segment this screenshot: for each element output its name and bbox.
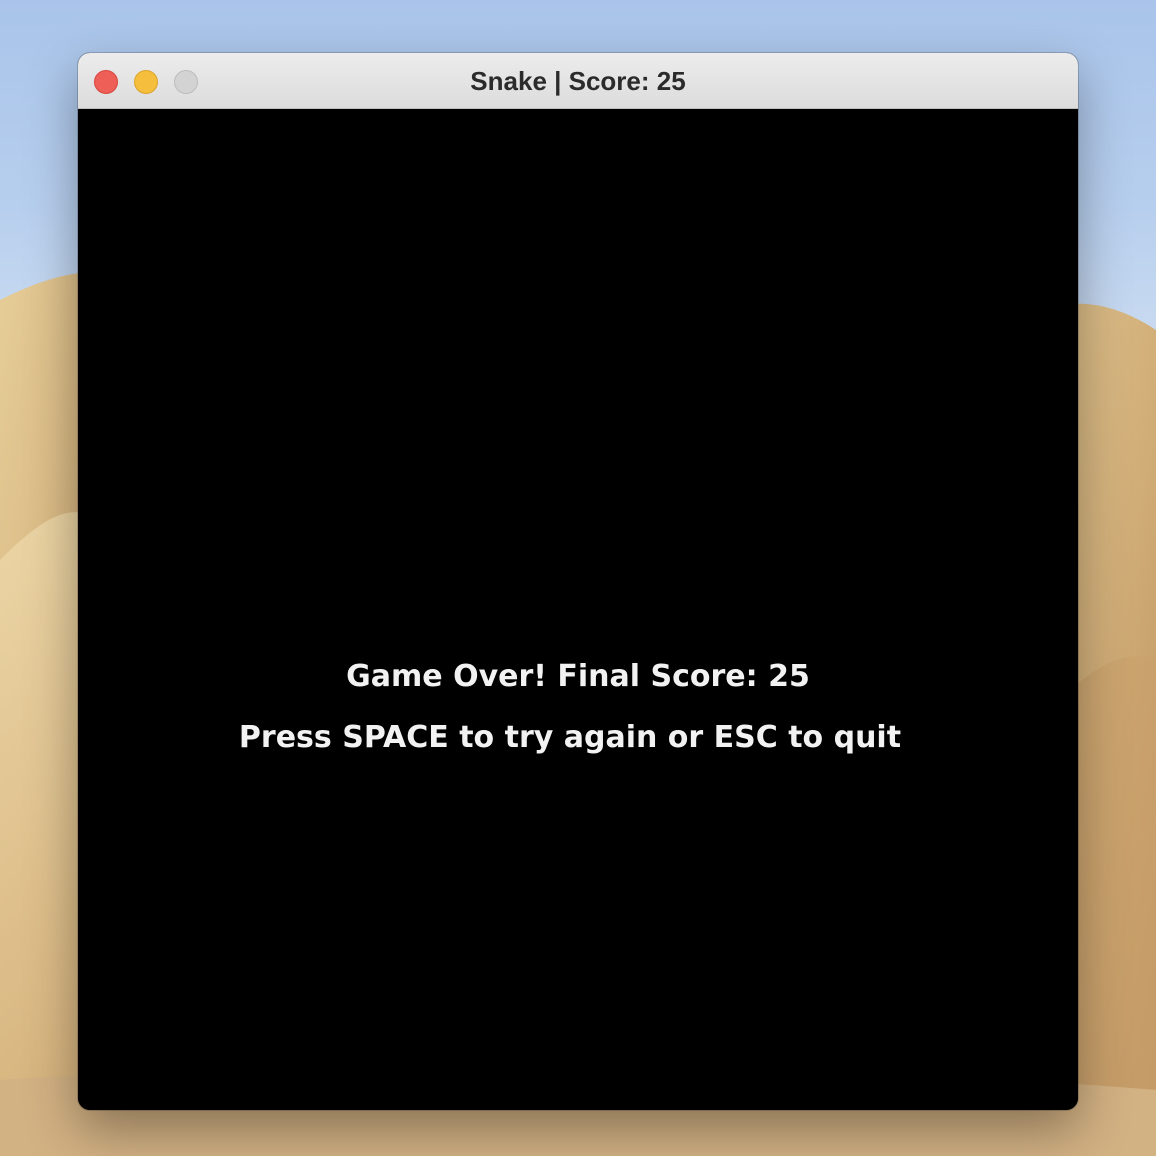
window-titlebar[interactable]: Snake | Score: 25: [78, 53, 1078, 109]
restart-instructions: Press SPACE to try again or ESC to quit: [238, 720, 902, 755]
game-canvas[interactable]: Game Over! Final Score: 25 Press SPACE t…: [78, 109, 1078, 1110]
game-over-message: Game Over! Final Score: 25: [346, 659, 810, 694]
game-window: Snake | Score: 25 Game Over! Final Score…: [78, 53, 1078, 1110]
window-title: Snake | Score: 25: [470, 66, 686, 96]
